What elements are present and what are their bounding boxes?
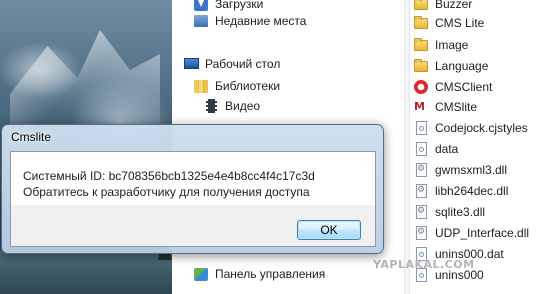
file-name: CMS Lite: [435, 16, 485, 30]
contact-developer-text: Обратитесь к разработчику для получения …: [23, 185, 310, 199]
watermark: YAPLAKAL.COM: [373, 258, 475, 271]
control-panel-icon: [194, 266, 210, 282]
nav-item-control-panel[interactable]: Панель управления: [194, 265, 325, 283]
folder-icon: [414, 0, 430, 12]
file-item-codejock[interactable]: Codejock.cjstyles: [414, 119, 528, 137]
file-item-cms-lite[interactable]: CMS Lite: [414, 14, 484, 32]
folder-icon: [414, 37, 430, 53]
nav-item-label: Недавние места: [215, 14, 307, 28]
file-name: Image: [435, 38, 469, 52]
folder-icon: [414, 15, 430, 31]
file-item-cmsclient[interactable]: CMSClient: [414, 78, 492, 96]
libraries-icon: [194, 78, 210, 94]
file-name: Codejock.cjstyles: [435, 121, 528, 135]
file-name: Buzzer: [435, 0, 473, 11]
nav-item-video[interactable]: Видео: [204, 97, 260, 115]
dialog-message-area: Системный ID: bc708356bcb1325e4e4b8cc4f4…: [11, 152, 375, 205]
file-item-sqlite3[interactable]: sqlite3.dll: [414, 203, 485, 221]
file-item-buzzer[interactable]: Buzzer: [414, 0, 472, 13]
file-name: libh264dec.dll: [435, 184, 509, 198]
nav-item-label: Загрузки: [215, 0, 264, 11]
file-item-libh264dec[interactable]: libh264dec.dll: [414, 182, 508, 200]
file-list: Buzzer CMS Lite Image Language CMSClient…: [410, 0, 536, 294]
file-item-data[interactable]: data: [414, 140, 458, 158]
video-icon: [204, 98, 220, 114]
file-icon: [414, 120, 430, 136]
file-item-gwmsxml3[interactable]: gwmsxml3.dll: [414, 161, 507, 179]
file-name: UDP_Interface.dll: [435, 226, 530, 240]
nav-item-libraries[interactable]: Библиотеки: [194, 77, 280, 95]
file-item-cmslite[interactable]: CMSlite: [414, 98, 477, 116]
file-item-language[interactable]: Language: [414, 57, 488, 75]
file-name: gwmsxml3.dll: [435, 163, 508, 177]
file-name: data: [435, 142, 459, 156]
nav-item-label: Панель управления: [215, 267, 326, 281]
file-item-image[interactable]: Image: [414, 36, 468, 54]
dll-icon: [414, 225, 430, 241]
file-icon: [414, 141, 430, 157]
file-name: CMSlite: [435, 100, 478, 114]
file-item-udp-interface[interactable]: UDP_Interface.dll: [414, 224, 529, 242]
nav-item-label: Видео: [225, 99, 261, 113]
nav-item-desktop[interactable]: Рабочий стол: [184, 55, 280, 73]
system-id-text: Системный ID: bc708356bcb1325e4e4b8cc4f4…: [23, 169, 315, 183]
dll-icon: [414, 204, 430, 220]
nav-item-recent-places[interactable]: Недавние места: [194, 12, 306, 30]
folder-icon: [414, 58, 430, 74]
download-icon: [194, 0, 210, 12]
lake: [0, 250, 172, 294]
file-name: Language: [435, 59, 489, 73]
nav-item-label: Рабочий стол: [205, 57, 281, 71]
recent-places-icon: [194, 13, 210, 29]
file-name: CMSClient: [435, 80, 493, 94]
desktop-icon: [184, 56, 200, 72]
mfc-app-icon: [414, 99, 430, 115]
app-icon: [414, 79, 430, 95]
ok-button[interactable]: OK: [297, 220, 361, 240]
nav-item-label: Библиотеки: [215, 79, 281, 93]
dll-icon: [414, 183, 430, 199]
dialog-title: Cmslite: [11, 130, 52, 144]
file-name: sqlite3.dll: [435, 205, 486, 219]
dll-icon: [414, 162, 430, 178]
dialog-client-area: Системный ID: bc708356bcb1325e4e4b8cc4f4…: [10, 151, 376, 247]
message-dialog: Cmslite Системный ID: bc708356bcb1325e4e…: [1, 124, 384, 254]
